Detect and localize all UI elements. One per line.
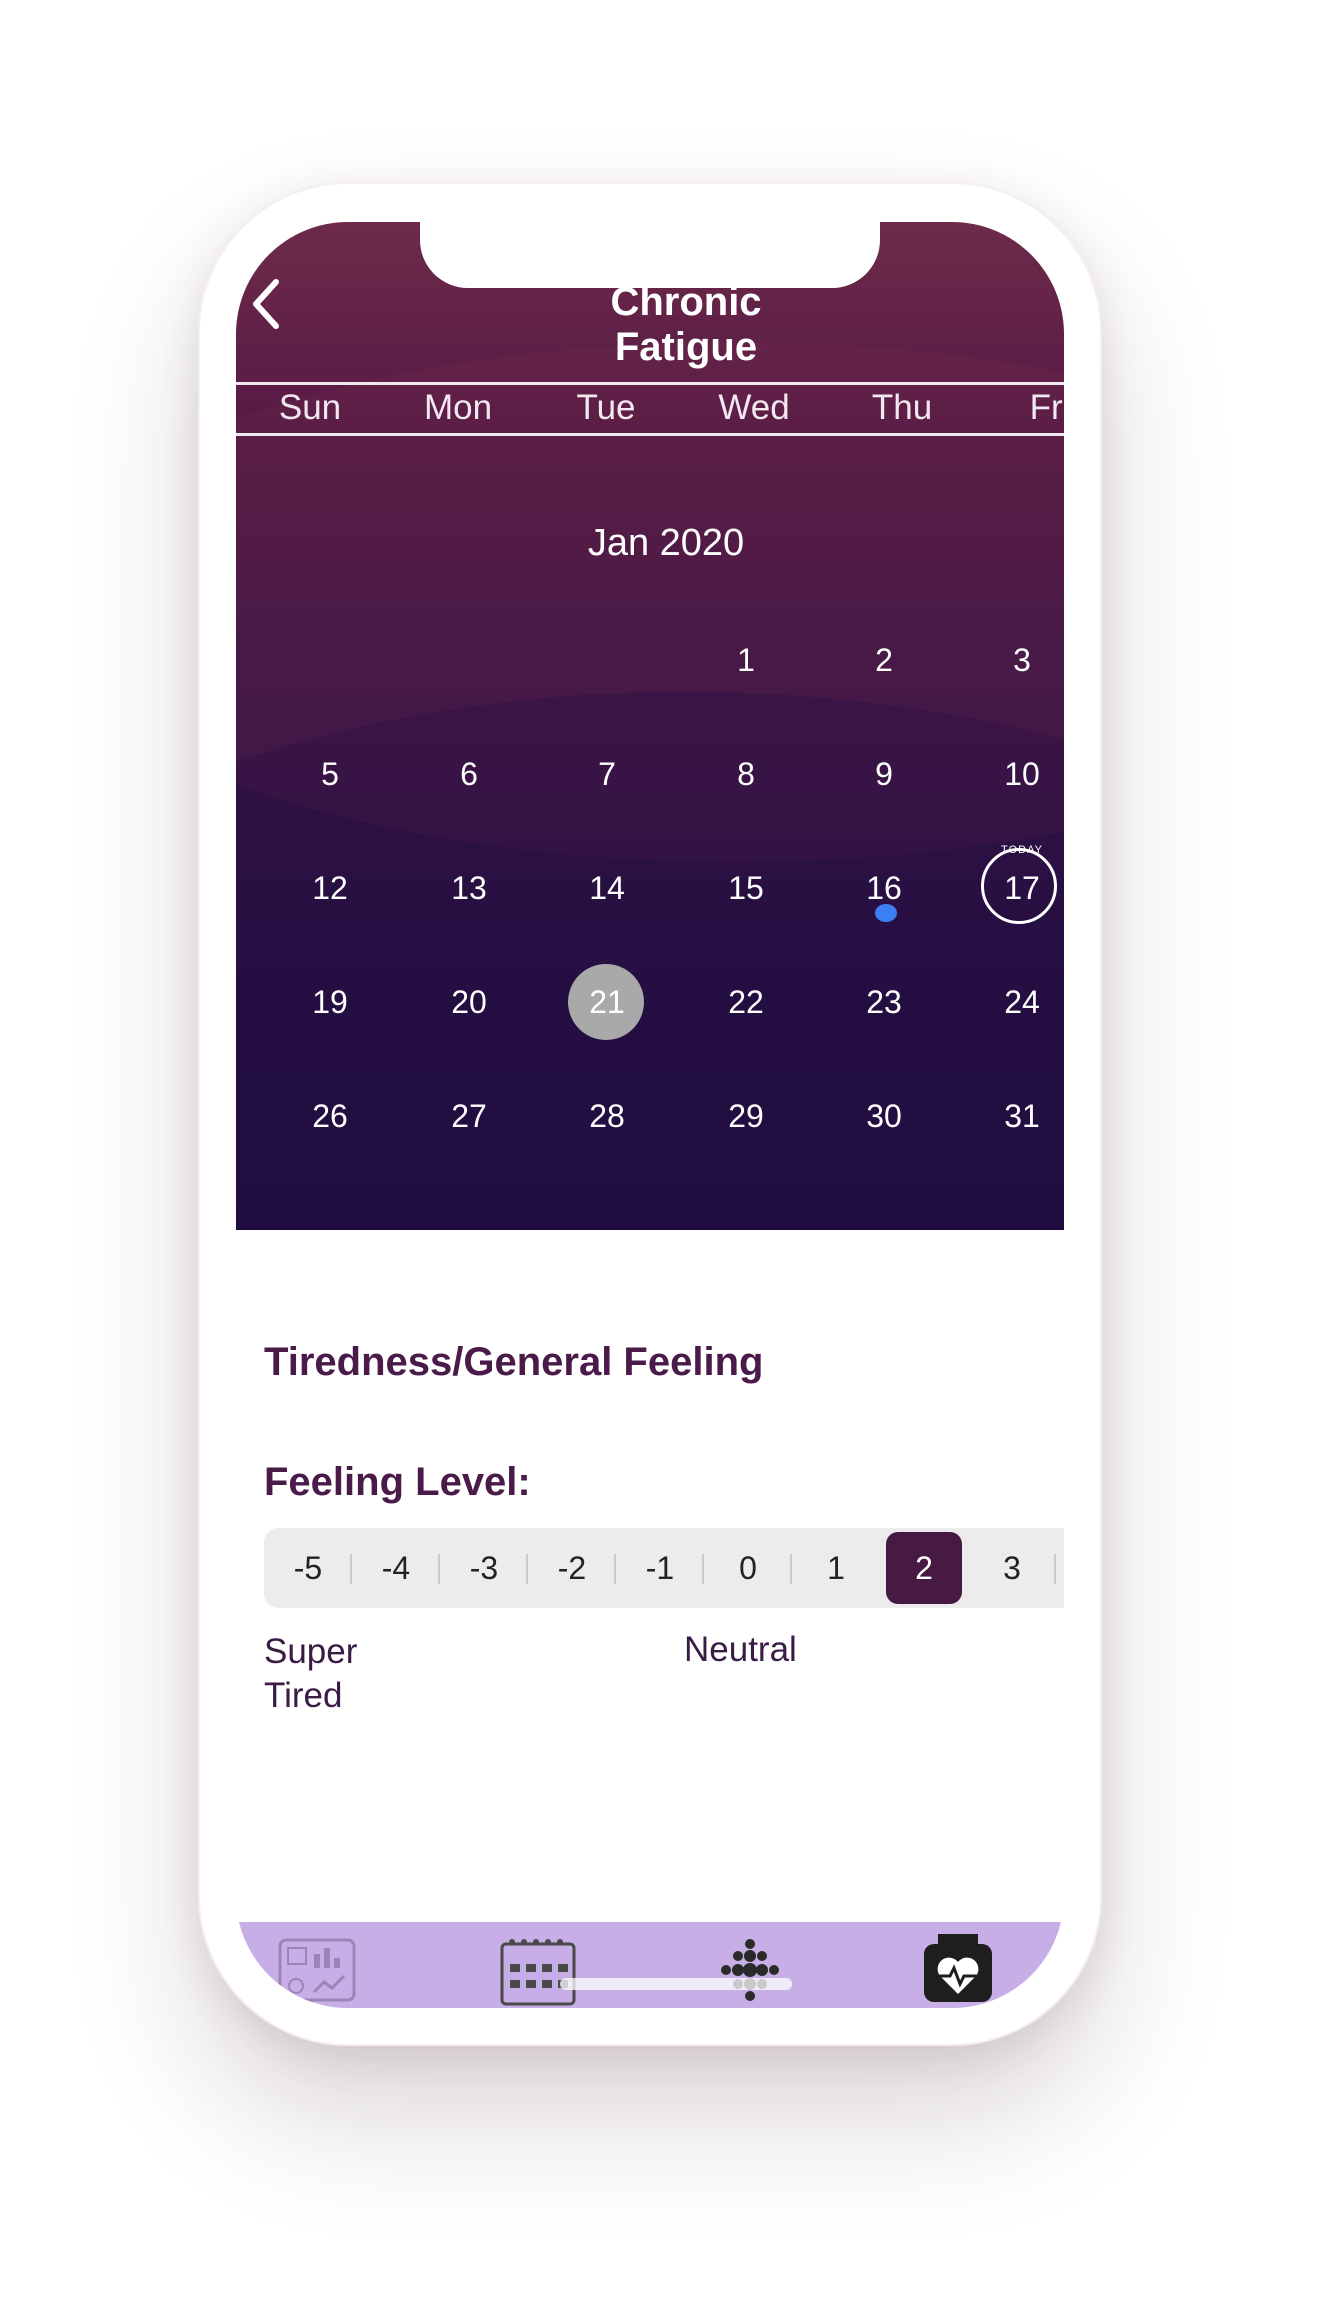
calendar-day[interactable]: 6 xyxy=(424,736,514,812)
calendar-day[interactable]: 26 xyxy=(285,1078,375,1154)
symptom-panel: Tiredness/General Feeling Feeling Level:… xyxy=(236,1230,1064,1890)
device-notch xyxy=(420,222,880,288)
calendar-grid: 1 2 3 5 6 7 8 9 10 12 13 14 15 16 TODAY … xyxy=(236,222,1064,1230)
level-option[interactable]: -4 xyxy=(352,1532,440,1604)
level-option[interactable]: -1 xyxy=(616,1532,704,1604)
calendar-day[interactable]: 5 xyxy=(285,736,375,812)
calendar-day[interactable]: 23 xyxy=(839,964,929,1040)
day-number: 16 xyxy=(866,869,902,906)
symptom-title: Tiredness/General Feeling xyxy=(264,1340,764,1384)
calendar-day[interactable]: 8 xyxy=(701,736,791,812)
fitbit-icon xyxy=(721,1939,779,2001)
tab-bar xyxy=(236,1922,1064,2008)
calendar-day[interactable]: 20 xyxy=(424,964,514,1040)
level-option[interactable]: -3 xyxy=(440,1532,528,1604)
calendar-day[interactable]: 15 xyxy=(701,850,791,926)
scale-low-label: Super Tired xyxy=(264,1632,358,1715)
calendar-day[interactable]: 30 xyxy=(839,1078,929,1154)
level-option[interactable]: -2 xyxy=(528,1532,616,1604)
tab-calendar[interactable] xyxy=(498,1934,578,2006)
calendar-day[interactable]: 7 xyxy=(562,736,652,812)
scale-mid-label: Neutral xyxy=(684,1630,797,1669)
calendar-icon xyxy=(500,1939,576,2006)
calendar-day[interactable]: 27 xyxy=(424,1078,514,1154)
calendar-day[interactable]: 9 xyxy=(839,736,929,812)
app-screen: rier Chronic Fatigue Sun Mon Tue Wed Thu… xyxy=(236,222,1064,2008)
feeling-level-selector: -5 -4 -3 -2 -1 0 1 2 3 xyxy=(264,1528,1064,1608)
calendar-day[interactable]: 24 xyxy=(977,964,1064,1040)
level-option[interactable]: 0 xyxy=(704,1532,792,1604)
calendar-day[interactable]: 14 xyxy=(562,850,652,926)
calendar-day-today[interactable]: TODAY 17 xyxy=(977,844,1064,926)
level-option[interactable]: -5 xyxy=(264,1532,352,1604)
calendar-day[interactable]: 3 xyxy=(977,622,1064,698)
calendar-day[interactable]: 28 xyxy=(562,1078,652,1154)
event-dot xyxy=(875,904,897,922)
tab-watch[interactable] xyxy=(918,1934,998,2006)
dashboard-icon xyxy=(278,1938,356,2002)
home-indicator[interactable] xyxy=(560,1978,792,1990)
calendar-day[interactable]: 29 xyxy=(701,1078,791,1154)
calendar-day[interactable]: 12 xyxy=(285,850,375,926)
calendar-day[interactable]: 10 xyxy=(977,736,1064,812)
calendar-day[interactable]: 1 xyxy=(701,622,791,698)
calendar-day[interactable]: 2 xyxy=(839,622,929,698)
feeling-level-label: Feeling Level: xyxy=(264,1460,531,1504)
level-option[interactable]: 3 xyxy=(968,1532,1056,1604)
calendar-day-with-event[interactable]: 16 xyxy=(839,850,929,926)
calendar-header: rier Chronic Fatigue Sun Mon Tue Wed Thu… xyxy=(236,222,1064,1230)
calendar-day[interactable]: 31 xyxy=(977,1078,1064,1154)
level-option[interactable]: 1 xyxy=(792,1532,880,1604)
calendar-day-selected[interactable]: 21 xyxy=(562,964,652,1040)
day-number: 17 xyxy=(1004,869,1040,906)
today-label: TODAY xyxy=(1001,844,1043,856)
calendar-day[interactable]: 22 xyxy=(701,964,791,1040)
watch-heart-icon xyxy=(924,1934,992,2002)
tab-dashboard[interactable] xyxy=(278,1934,358,2006)
calendar-day[interactable]: 13 xyxy=(424,850,514,926)
calendar-day[interactable]: 19 xyxy=(285,964,375,1040)
level-option-selected[interactable]: 2 xyxy=(886,1532,962,1604)
tab-fitbit[interactable] xyxy=(710,1934,790,2006)
